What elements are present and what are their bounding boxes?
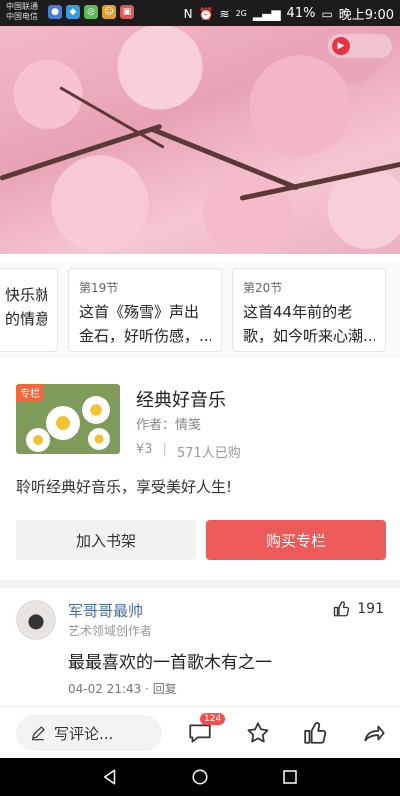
signal-label: 2G (235, 9, 247, 18)
favorite-button[interactable] (244, 719, 272, 747)
album-author[interactable]: 作者：情笺 (136, 414, 201, 433)
star-icon (247, 722, 269, 743)
cherry-blossom-banner[interactable]: ▶ (0, 26, 400, 254)
back-triangle-icon (104, 769, 116, 785)
carrier-2: 中国电信 (6, 12, 38, 21)
album-stats: ¥3 | 571人已购 (136, 442, 241, 461)
notification-app-icon: ☺ (102, 5, 116, 19)
nfc-icon: N (183, 6, 193, 21)
write-comment-label: 写评论... (54, 724, 114, 743)
comment-meta[interactable]: 04-02 21:43 · 回复 (68, 680, 177, 697)
daisy-shape (46, 406, 80, 440)
share-button[interactable] (360, 719, 388, 747)
stat-divider: | (162, 442, 167, 457)
system-nav-bar (0, 758, 400, 796)
episode-title: 金石，好听伤感，... (79, 327, 211, 345)
episode-number: 第19节 (79, 281, 119, 295)
episode-card[interactable]: 快乐就 的情意... (0, 268, 58, 352)
status-bar: 中国联通 中国电信 ● ◆ ◎ ☺ ▣ N ⏰ ≋ 2G ▂▄▆ 41% ▭ 晚… (0, 0, 400, 26)
wifi-icon: ≋ (219, 6, 230, 21)
notification-app-icon: ◆ (66, 5, 80, 19)
add-to-shelf-button[interactable]: 加入书架 (16, 520, 196, 560)
play-indicator[interactable]: ▶ (328, 34, 392, 58)
episode-number: 第20节 (243, 281, 283, 295)
episode-strip: 快乐就 的情意... 第19节 这首《殇雪》声出 金石，好听伤感，... 第20… (0, 262, 400, 358)
episode-title: 的情意... (5, 310, 47, 328)
daisy-shape (82, 396, 110, 424)
section-divider (0, 580, 400, 588)
comment-user-role: 艺术领域创作者 (68, 624, 153, 638)
daisy-shape (26, 428, 50, 452)
comment-count-badge: 124 (200, 713, 226, 725)
like-count: 191 (357, 601, 384, 617)
episode-title: 歌，如今听来心潮... (243, 327, 375, 345)
branch-shape (239, 160, 400, 201)
column-tag: 专栏 (16, 384, 44, 401)
album-description: 聆听经典好音乐，享受美好人生! (16, 478, 233, 496)
episode-card[interactable]: 第19节 这首《殇雪》声出 金石，好听伤感，... (68, 268, 222, 352)
recents-square-icon (283, 770, 297, 784)
play-icon: ▶ (332, 37, 350, 55)
buy-column-button[interactable]: 购买专栏 (206, 520, 386, 560)
carrier-info: 中国联通 中国电信 (6, 2, 38, 22)
comment-user-name[interactable]: 军哥哥最帅 (68, 600, 143, 621)
alarm-icon: ⏰ (198, 6, 214, 21)
episode-card[interactable]: 第20节 这首44年前的老 歌，如今听来心潮... (232, 268, 386, 352)
comment-text: 最最喜欢的一首歌木有之一 (68, 653, 272, 673)
pen-icon (32, 726, 45, 741)
comment-item: 军哥哥最帅 艺术领域创作者 191 最最喜欢的一首歌木有之一 04-02 21:… (0, 588, 400, 706)
album-section: 专栏 经典好音乐 作者：情笺 ¥3 | 571人已购 聆听经典好音乐，享受美好人… (0, 366, 400, 576)
notification-app-icon: ● (48, 5, 62, 19)
comment-like-button[interactable]: 191 (333, 600, 384, 618)
write-comment-input[interactable]: 写评论... (16, 715, 162, 751)
thumbs-up-icon (304, 722, 327, 744)
share-arrow-icon (364, 725, 385, 742)
album-price: ¥3 (136, 442, 153, 457)
bottom-action-bar: 写评论... 124 (0, 706, 400, 758)
episode-title: 这首《殇雪》声出 (79, 303, 200, 321)
battery-level: 41% (286, 6, 316, 21)
clock: 晚上9:00 (338, 8, 394, 23)
thumbs-up-icon (334, 601, 350, 617)
like-button[interactable] (302, 719, 330, 747)
comments-button[interactable]: 124 (186, 713, 226, 747)
album-title: 经典好音乐 (136, 390, 226, 411)
signal-icon: ▂▄▆ (252, 6, 281, 21)
home-circle-icon (192, 769, 208, 785)
episode-title: 快乐就 (5, 286, 47, 304)
album-cover[interactable]: 专栏 (16, 384, 120, 454)
recents-button[interactable] (280, 767, 300, 787)
home-button[interactable] (190, 767, 210, 787)
back-button[interactable] (100, 767, 120, 787)
notification-app-icon: ▣ (120, 5, 134, 19)
branch-shape (149, 126, 300, 191)
daisy-shape (88, 428, 110, 450)
avatar[interactable] (16, 600, 56, 640)
episode-title: 这首44年前的老 (243, 303, 353, 321)
carrier-1: 中国联通 (6, 2, 38, 11)
battery-icon: ▭ (321, 6, 333, 21)
notification-icons: ● ◆ ◎ ☺ ▣ (48, 5, 134, 19)
notification-app-icon: ◎ (84, 5, 98, 19)
purchase-count: 571人已购 (176, 446, 241, 461)
status-right: N ⏰ ≋ 2G ▂▄▆ 41% ▭ 晚上9:00 (184, 4, 394, 23)
